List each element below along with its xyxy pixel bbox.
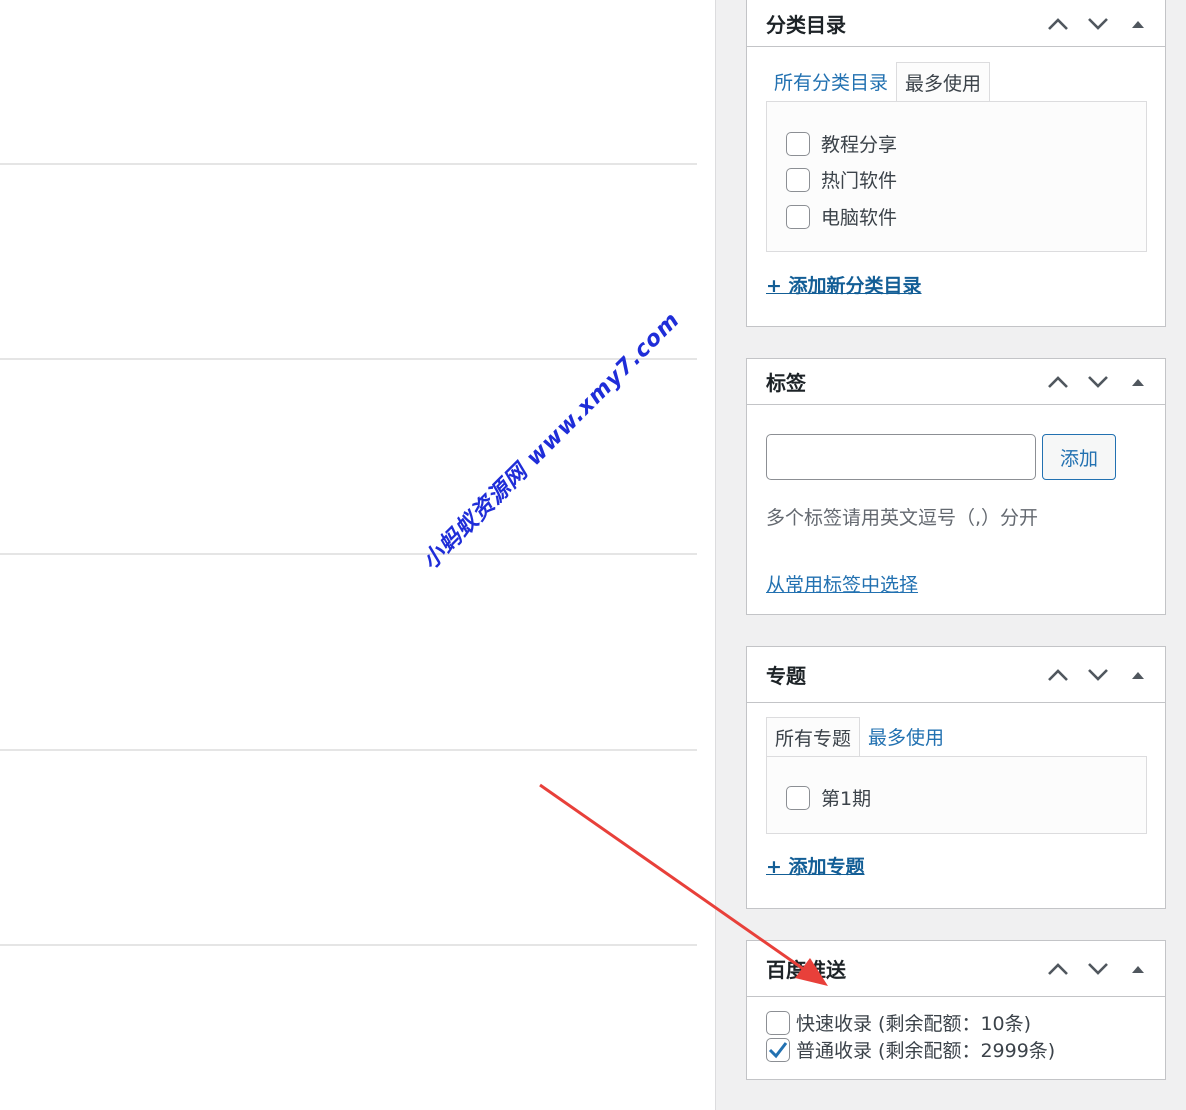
normal-index-checkbox[interactable] <box>766 1037 790 1062</box>
checkmark-icon <box>768 1041 788 1058</box>
categories-title: 分类目录 <box>766 13 846 37</box>
new-tag-input[interactable] <box>766 434 1036 480</box>
collapse-toggle-icon[interactable] <box>1125 662 1151 688</box>
normal-index-option[interactable]: 普通收录 (剩余配额：2999条) <box>766 1036 1055 1063</box>
move-down-icon[interactable] <box>1085 956 1111 982</box>
fast-index-checkbox[interactable] <box>766 1010 790 1035</box>
fast-index-option[interactable]: 快速收录 (剩余配额：10条) <box>766 1009 1031 1036</box>
category-label: 热门软件 <box>821 170 898 192</box>
collapse-toggle-icon[interactable] <box>1125 369 1151 395</box>
category-item[interactable]: 教程分享 <box>786 130 897 157</box>
baidu-push-title: 百度推送 <box>766 958 846 982</box>
category-item[interactable]: 热门软件 <box>786 166 897 193</box>
topics-box: 专题 所有专题 最多使用 第1期 + 添加专题 <box>746 646 1166 909</box>
tags-box: 标签 添加 多个标签请用英文逗号（,）分开 从常用标签中选择 <box>746 358 1166 615</box>
topic-item[interactable]: 第1期 <box>786 784 871 811</box>
move-up-icon[interactable] <box>1045 369 1071 395</box>
topic-label: 第1期 <box>821 788 872 810</box>
divider <box>0 358 697 360</box>
move-down-icon[interactable] <box>1085 369 1111 395</box>
tab-all-categories[interactable]: 所有分类目录 <box>766 61 896 101</box>
baidu-push-box: 百度推送 快速收录 (剩余配额：10条) 普通收录 (剩余配额：2999条) <box>746 940 1166 1080</box>
divider <box>0 553 697 555</box>
topics-title: 专题 <box>766 664 806 688</box>
tab-all-topics[interactable]: 所有专题 <box>766 717 861 757</box>
categories-checklist: 教程分享 热门软件 电脑软件 <box>766 101 1147 252</box>
tags-hint: 多个标签请用英文逗号（,）分开 <box>766 507 1039 529</box>
category-label: 教程分享 <box>821 134 898 156</box>
categories-box: 分类目录 所有分类目录 最多使用 教程分享 热门软件 电脑软件 + 添加新分类目… <box>746 0 1166 327</box>
fast-index-label: 快速收录 (剩余配额：10条) <box>796 1013 1032 1035</box>
move-up-icon[interactable] <box>1045 662 1071 688</box>
topics-checklist: 第1期 <box>766 756 1147 834</box>
tab-most-used-topics[interactable]: 最多使用 <box>860 716 952 756</box>
move-down-icon[interactable] <box>1085 662 1111 688</box>
tags-box-header: 标签 <box>747 359 1165 405</box>
collapse-toggle-icon[interactable] <box>1125 11 1151 37</box>
topics-box-header: 专题 <box>747 647 1165 703</box>
category-item[interactable]: 电脑软件 <box>786 203 897 230</box>
add-tag-button[interactable]: 添加 <box>1042 434 1116 480</box>
category-label: 电脑软件 <box>821 207 898 229</box>
divider <box>0 749 697 751</box>
divider <box>0 163 697 165</box>
collapse-toggle-icon[interactable] <box>1125 956 1151 982</box>
topic-checkbox[interactable] <box>786 785 810 810</box>
category-checkbox[interactable] <box>786 131 810 156</box>
choose-tags-link[interactable]: 从常用标签中选择 <box>766 570 918 597</box>
categories-box-header: 分类目录 <box>747 0 1165 47</box>
move-up-icon[interactable] <box>1045 956 1071 982</box>
move-up-icon[interactable] <box>1045 11 1071 37</box>
add-category-link[interactable]: + 添加新分类目录 <box>766 271 922 298</box>
normal-index-label: 普通收录 (剩余配额：2999条) <box>796 1040 1056 1062</box>
move-down-icon[interactable] <box>1085 11 1111 37</box>
editor-main-area <box>0 0 716 1110</box>
category-checkbox[interactable] <box>786 167 810 192</box>
tags-title: 标签 <box>766 371 806 395</box>
divider <box>0 944 697 946</box>
category-checkbox[interactable] <box>786 204 810 229</box>
tab-most-used-categories[interactable]: 最多使用 <box>896 62 991 102</box>
baidu-push-box-header: 百度推送 <box>747 941 1165 997</box>
add-topic-link[interactable]: + 添加专题 <box>766 852 865 879</box>
